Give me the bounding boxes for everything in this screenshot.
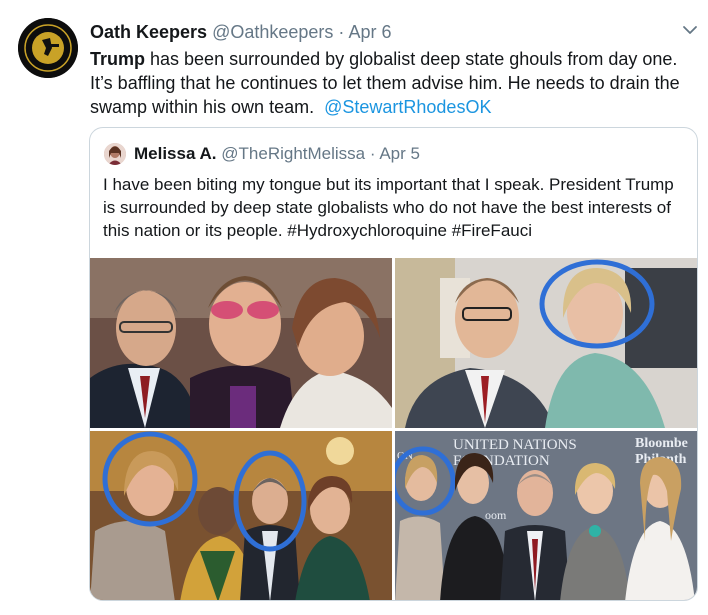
quote-author-name[interactable]: Melissa A. (134, 144, 217, 163)
quote-text: I have been biting my tongue but its imp… (103, 175, 674, 240)
photo-grid: UNITED NATIONS FOUNDATION Bloombe Philan… (90, 258, 697, 600)
tweet-header: Oath Keepers @Oathkeepers · Apr 6 (90, 21, 391, 43)
mention-link[interactable]: @StewartRhodesOK (324, 97, 491, 117)
quote-author-handle[interactable]: @TheRightMelissa (221, 144, 365, 163)
photo-un-foundation[interactable]: UNITED NATIONS FOUNDATION Bloombe Philan… (395, 431, 697, 600)
mid-text: oom (485, 508, 507, 522)
quote-header: Melissa A. @TheRightMelissa · Apr 5 (134, 143, 420, 165)
quoted-tweet[interactable]: Melissa A. @TheRightMelissa · Apr 5 I ha… (89, 127, 698, 601)
tweet[interactable]: Oath Keepers @Oathkeepers · Apr 6 Trump … (0, 0, 708, 615)
oathkeepers-avatar[interactable] (18, 18, 78, 78)
photo-gates-birx[interactable] (395, 258, 697, 428)
tweet-date[interactable]: Apr 6 (348, 22, 391, 42)
chevron-down-icon[interactable] (680, 20, 700, 40)
photo-fauci-elton-pelosi[interactable] (90, 258, 392, 428)
tweet-text: Trump has been surrounded by globalist d… (90, 47, 694, 119)
quote-date[interactable]: Apr 5 (379, 144, 420, 163)
photo-group-dinner[interactable] (90, 431, 392, 600)
tweet-text-bold: Trump (90, 49, 146, 69)
author-name[interactable]: Oath Keepers (90, 22, 207, 42)
author-handle[interactable]: @Oathkeepers (212, 22, 333, 42)
quote-separator: · (369, 144, 376, 163)
un-text-line1: UNITED NATIONS (453, 437, 577, 453)
separator: · (338, 22, 345, 42)
bloomberg-text-line1: Bloombe (635, 436, 688, 451)
quote-author-avatar[interactable] (104, 143, 126, 165)
